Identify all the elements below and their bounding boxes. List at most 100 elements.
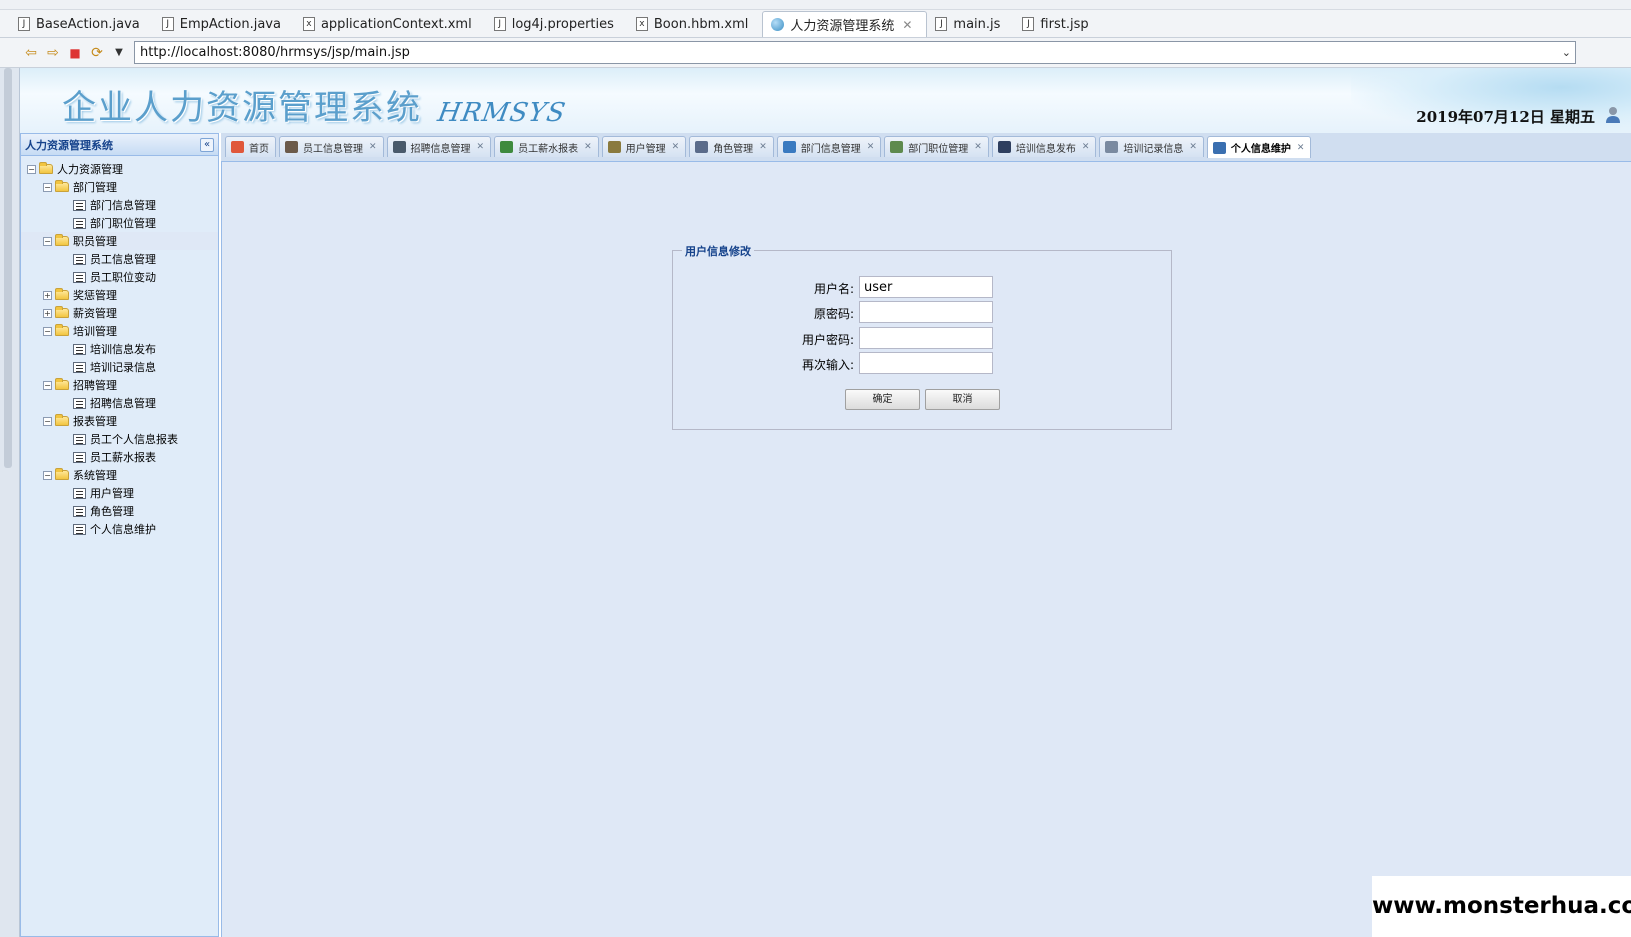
username-label: 用户名: [813, 282, 854, 296]
tree-leaf-node[interactable]: 员工薪水报表 [21, 448, 218, 466]
tree-node-label: 员工职位变动 [90, 271, 156, 284]
tree-folder-node[interactable]: − 人力资源管理 [21, 160, 218, 178]
username-input[interactable] [859, 276, 993, 298]
editor-tab[interactable]: Jlog4j.properties [486, 11, 628, 37]
collapse-node-icon[interactable]: − [43, 416, 52, 426]
tree-leaf-node[interactable]: 员工信息管理 [21, 250, 218, 268]
editor-tab-bar: J BaseAction.java J EmpAction.java x applicat… [0, 10, 1631, 38]
tree-leaf-node[interactable]: 部门信息管理 [21, 196, 218, 214]
close-icon[interactable]: ✕ [867, 142, 875, 152]
back-arrow-icon[interactable]: ⇦ [22, 44, 40, 62]
tree-node-label: 员工薪水报表 [90, 451, 156, 464]
tree-leaf-node[interactable]: 招聘信息管理 [21, 394, 218, 412]
tree-leaf-node[interactable]: 部门职位管理 [21, 214, 218, 232]
editor-tab[interactable]: x Boon.hbm.xml [628, 11, 762, 37]
page-tab[interactable]: 招聘信息管理 ✕ [386, 136, 492, 157]
new-password-input[interactable] [859, 327, 993, 349]
page-tab[interactable]: 培训记录信息 ✕ [1099, 136, 1204, 157]
close-icon[interactable]: ✕ [369, 142, 377, 152]
cancel-button[interactable]: 取消 [925, 389, 1000, 410]
page-tab-label: 个人信息维护 [1230, 144, 1291, 155]
editor-tab-label: 人力资源管理系统 [790, 19, 895, 34]
confirm-password-input[interactable] [859, 352, 993, 374]
tree-leaf-node[interactable]: 培训记录信息 [21, 358, 218, 376]
page-tab[interactable]: 员工薪水报表 ✕ [494, 136, 599, 157]
page-icon [73, 271, 86, 283]
expand-icon[interactable]: + [43, 290, 52, 300]
tree-leaf-node[interactable]: 员工职位变动 [21, 268, 218, 286]
editor-tab[interactable]: 人力资源管理系统 ✕ [762, 11, 928, 37]
page-icon [73, 487, 86, 499]
page-tab-bar: 首页 员工信息管理 ✕ 招聘信息管理 ✕ 员工薪水报表 ✕ 用户管理 ✕ 角色管理 ✕ 部门信息管理 ✕… [221, 133, 1631, 162]
page-tab[interactable]: 首页 [225, 136, 276, 157]
editor-tab-label: main.js [953, 16, 1001, 32]
folder-icon [55, 468, 69, 480]
collapse-node-icon[interactable]: − [43, 380, 52, 390]
tree-leaf-node[interactable]: 角色管理 [21, 502, 218, 520]
close-icon[interactable]: ✕ [1082, 142, 1090, 152]
tree-folder-node[interactable]: + 薪资管理 [21, 304, 218, 322]
collapse-node-icon[interactable]: − [43, 470, 52, 480]
tree-leaf-node[interactable]: 用户管理 [21, 484, 218, 502]
collapse-node-icon[interactable]: − [43, 236, 52, 246]
editor-tab[interactable]: Jmain.js [927, 11, 1014, 37]
tree-node-label: 培训信息发布 [90, 343, 156, 356]
dropdown-arrow-icon[interactable]: ▼ [110, 44, 128, 62]
close-icon[interactable]: ✕ [477, 142, 485, 152]
editor-tab[interactable]: J EmpAction.java [154, 11, 295, 37]
close-icon[interactable]: ✕ [672, 142, 680, 152]
close-icon[interactable]: ✕ [902, 18, 912, 32]
page-icon [73, 361, 86, 373]
java-file-icon: J [18, 17, 30, 31]
tree-node-label: 培训记录信息 [90, 361, 156, 374]
url-dropdown-icon[interactable]: ⌄ [1562, 42, 1571, 63]
ok-button[interactable]: 确定 [845, 389, 920, 410]
left-scrollbar[interactable] [4, 68, 12, 468]
old-password-input[interactable] [859, 301, 993, 323]
globe-icon [771, 18, 785, 31]
collapse-node-icon[interactable]: − [43, 182, 52, 192]
tree-node-label: 报表管理 [73, 415, 117, 428]
editor-tab-label: Boon.hbm.xml [653, 16, 749, 32]
user-icon[interactable] [1605, 106, 1621, 124]
collapse-node-icon[interactable]: − [43, 326, 52, 336]
tree-folder-node[interactable]: − 招聘管理 [21, 376, 218, 394]
js-file-icon: J [935, 17, 948, 31]
editor-tab[interactable]: J BaseAction.java [10, 11, 154, 37]
tree-leaf-node[interactable]: 员工个人信息报表 [21, 430, 218, 448]
close-icon[interactable]: ✕ [974, 142, 982, 152]
tree-folder-node[interactable]: − 部门管理 [21, 178, 218, 196]
tree-folder-node[interactable]: − 职员管理 [21, 232, 218, 250]
page-tab[interactable]: 用户管理 ✕ [601, 136, 687, 157]
tree-folder-node[interactable]: − 培训管理 [21, 322, 218, 340]
tree-leaf-node[interactable]: 培训信息发布 [21, 340, 218, 358]
close-icon[interactable]: ✕ [759, 142, 767, 152]
close-icon[interactable]: ✕ [1189, 142, 1197, 152]
tree-node-label: 部门职位管理 [90, 217, 156, 230]
close-icon[interactable]: ✕ [584, 142, 592, 152]
expand-icon[interactable]: + [43, 308, 52, 318]
tree-node-label: 员工信息管理 [90, 253, 156, 266]
editor-tab[interactable]: x applicationContext.xml [295, 11, 486, 37]
page-tab[interactable]: 角色管理 ✕ [689, 136, 774, 157]
url-input[interactable]: http://localhost:8080/hrmsys/jsp/main.js… [134, 41, 1576, 64]
close-icon[interactable]: ✕ [1297, 143, 1305, 153]
forward-arrow-icon[interactable]: ⇨ [44, 44, 62, 62]
editor-tab[interactable]: Jfirst.jsp [1014, 11, 1102, 37]
refresh-icon[interactable]: ⟳ [88, 44, 106, 62]
tree-leaf-node[interactable]: 个人信息维护 [21, 520, 218, 538]
tree-folder-node[interactable]: + 奖惩管理 [21, 286, 218, 304]
collapse-icon[interactable]: « [200, 137, 214, 152]
page-tab[interactable]: 培训信息发布 ✕ [991, 136, 1097, 157]
yen-icon [500, 141, 514, 153]
page-tab[interactable]: 部门职位管理 ✕ [884, 136, 989, 157]
page-tab[interactable]: 个人信息维护 ✕ [1206, 136, 1312, 158]
new-password-row: 用户密码: [673, 327, 1173, 351]
page-tab[interactable]: 员工信息管理 ✕ [279, 136, 384, 157]
stop-icon[interactable]: ■ [66, 44, 84, 62]
page-tab[interactable]: 部门信息管理 ✕ [776, 136, 882, 157]
tree-folder-node[interactable]: − 报表管理 [21, 412, 218, 430]
table-icon [1105, 141, 1119, 153]
tree-folder-node[interactable]: − 系统管理 [21, 466, 218, 484]
collapse-node-icon[interactable]: − [27, 164, 36, 174]
